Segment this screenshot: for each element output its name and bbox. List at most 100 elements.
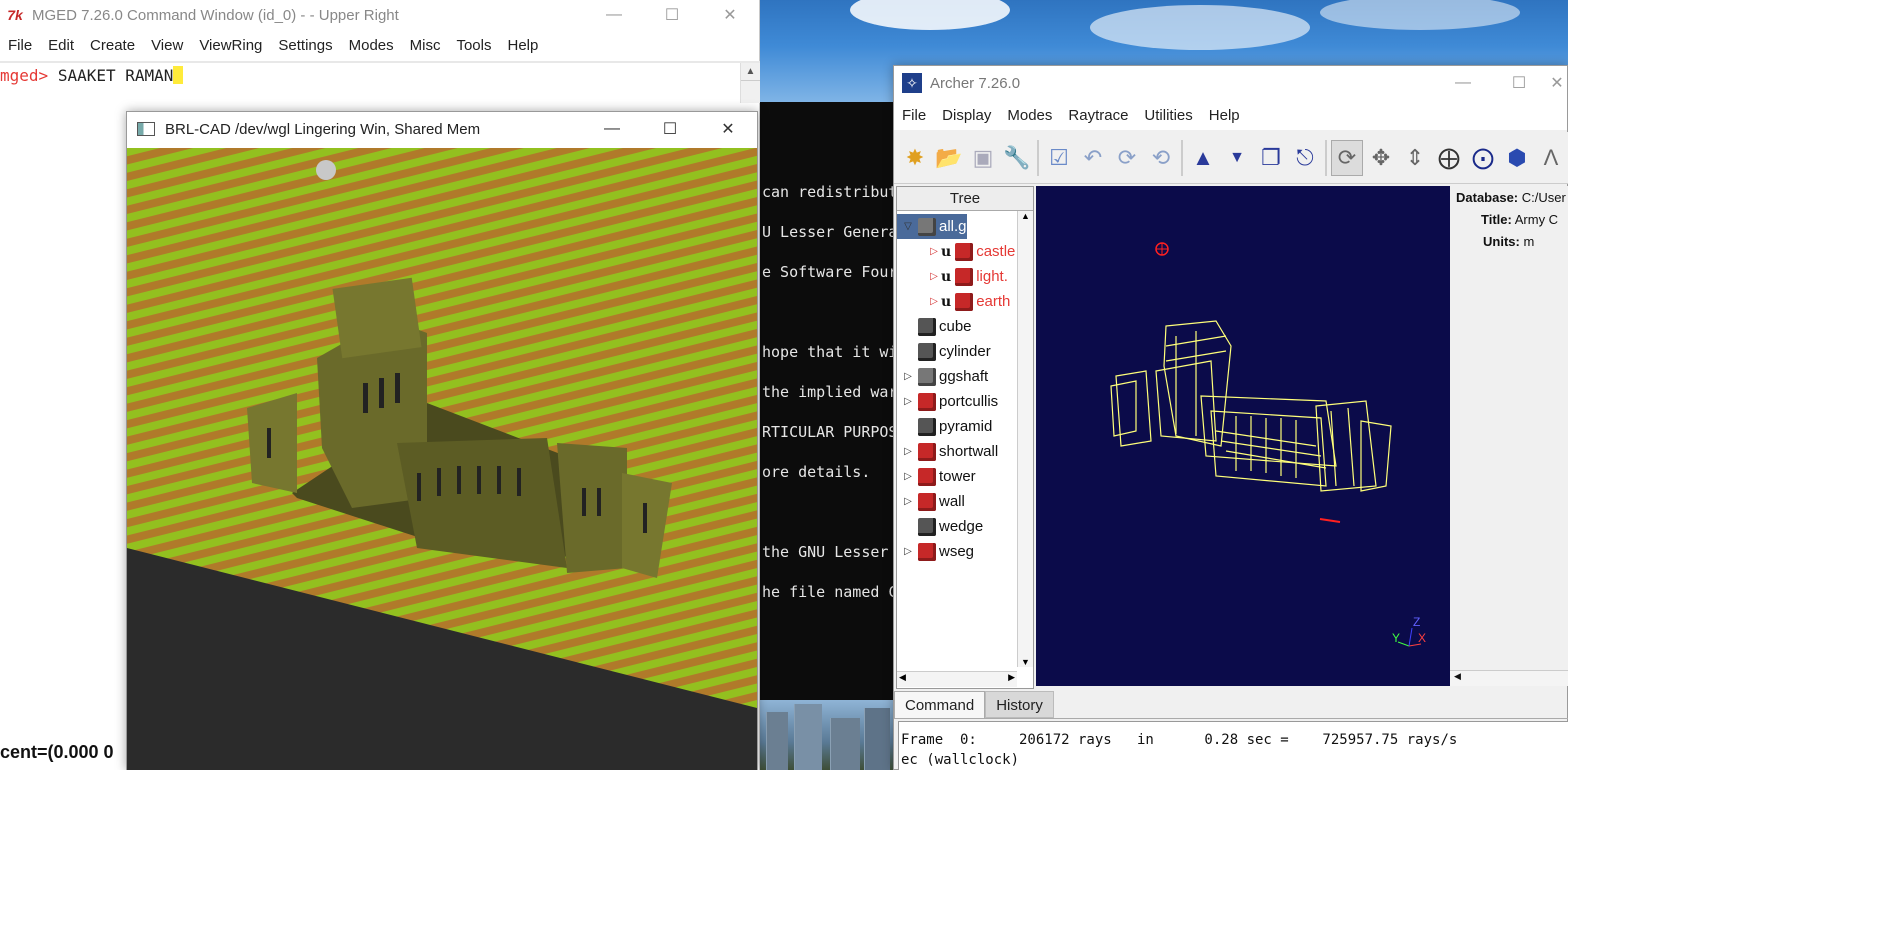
combination-icon xyxy=(918,392,936,411)
cube-view-icon[interactable]: ⬢ xyxy=(1501,140,1533,176)
raytrace-viewport[interactable] xyxy=(127,148,757,770)
menu-create[interactable]: Create xyxy=(82,37,143,54)
archer-menu-display[interactable]: Display xyxy=(934,107,999,124)
tab-history[interactable]: History xyxy=(985,691,1054,718)
mged-titlebar[interactable]: 7k MGED 7.26.0 Command Window (id_0) - -… xyxy=(0,0,759,30)
status-readout: cent=(0.000 0 xyxy=(0,742,114,762)
archer-menu-utilities[interactable]: Utilities xyxy=(1136,107,1200,124)
minimize-button[interactable]: — xyxy=(1435,66,1491,100)
props-horizontal-scrollbar[interactable]: ◀ xyxy=(1450,670,1568,686)
save-database-icon[interactable]: ▣ xyxy=(967,140,999,176)
maximize-button[interactable]: ☐ xyxy=(1491,66,1547,100)
expand-triangle-icon[interactable]: ▷ xyxy=(901,496,915,507)
expand-triangle-icon[interactable]: ▷ xyxy=(927,271,941,282)
combination-icon xyxy=(918,492,936,511)
archer-command-output[interactable]: Frame 0: 206172 rays in 0.28 sec = 72595… xyxy=(898,721,1568,770)
expand-triangle-icon[interactable]: ▷ xyxy=(901,371,915,382)
tree-horizontal-scrollbar[interactable]: ◀ ▶ xyxy=(897,671,1017,687)
maximize-button[interactable]: ☐ xyxy=(641,112,699,146)
menu-viewring[interactable]: ViewRing xyxy=(191,37,270,54)
scroll-up-arrow-icon[interactable]: ▲ xyxy=(741,63,760,81)
expand-triangle-icon[interactable]: ▷ xyxy=(901,396,915,407)
tree-item-label: portcullis xyxy=(939,393,999,410)
undo-icon[interactable]: ↶ xyxy=(1077,140,1109,176)
menu-misc[interactable]: Misc xyxy=(402,37,449,54)
expand-triangle-icon[interactable]: ▷ xyxy=(901,446,915,457)
tree-item[interactable]: ▷ wall xyxy=(897,489,965,514)
group-icon xyxy=(918,367,936,386)
command-line[interactable]: mged> SAAKET RAMAN xyxy=(0,66,184,85)
menu-settings[interactable]: Settings xyxy=(270,37,340,54)
rotate-view-icon[interactable]: ⟳ xyxy=(1331,139,1363,176)
scroll-left-arrow-icon[interactable]: ◀ xyxy=(1454,671,1461,682)
minimize-button[interactable]: — xyxy=(583,112,641,146)
tree-item[interactable]: ▷ u castle xyxy=(897,239,1015,264)
close-button[interactable]: ✕ xyxy=(701,0,759,30)
menu-tools[interactable]: Tools xyxy=(448,37,499,54)
scale-view-icon[interactable]: ⇕ xyxy=(1399,140,1431,176)
tree-item[interactable]: ▷ u earth xyxy=(897,289,1010,314)
menu-help[interactable]: Help xyxy=(500,37,547,54)
tree-item[interactable]: ▽ all.g xyxy=(897,214,967,239)
terminal-line: the GNU Lesser xyxy=(762,543,889,561)
scroll-down-arrow-icon[interactable]: ▼ xyxy=(1018,657,1033,667)
tree-item[interactable]: ▷ tower xyxy=(897,464,976,489)
checkbox-icon[interactable]: ☑ xyxy=(1043,140,1075,176)
close-button[interactable]: ✕ xyxy=(1547,66,1567,100)
menu-edit[interactable]: Edit xyxy=(40,37,82,54)
comb-editor-icon[interactable]: ⎋ xyxy=(1289,140,1321,176)
menu-view[interactable]: View xyxy=(143,37,191,54)
expand-triangle-icon[interactable]: ▷ xyxy=(901,546,915,557)
tree-item-label: pyramid xyxy=(939,418,993,435)
layers-icon[interactable]: ❐ xyxy=(1255,140,1287,176)
measure-tool-icon[interactable]: Λ xyxy=(1535,140,1567,176)
expand-triangle-icon[interactable]: ▷ xyxy=(901,471,915,482)
archer-menu-raytrace[interactable]: Raytrace xyxy=(1060,107,1136,124)
command-scrollbar[interactable]: ▲ xyxy=(740,63,760,103)
scroll-left-arrow-icon[interactable]: ◀ xyxy=(899,672,906,683)
open-database-icon[interactable]: 📂 xyxy=(933,140,965,176)
tree-item[interactable]: ▷ wseg xyxy=(897,539,974,564)
scroll-right-arrow-icon[interactable]: ▶ xyxy=(1008,672,1015,683)
mged-menubar: File Edit Create View ViewRing Settings … xyxy=(0,30,759,60)
tree-item[interactable]: ▷ portcullis xyxy=(897,389,998,414)
tab-command[interactable]: Command xyxy=(894,691,986,718)
tree-item[interactable]: ▷ shortwall xyxy=(897,439,998,464)
tree-item[interactable]: wedge xyxy=(897,514,983,539)
archer-menu-help[interactable]: Help xyxy=(1201,107,1248,124)
tree-vertical-scrollbar[interactable]: ▲ ▼ xyxy=(1017,211,1033,667)
expand-triangle-icon[interactable]: ▷ xyxy=(927,296,941,307)
tree-item[interactable]: ▷ ggshaft xyxy=(897,364,988,389)
close-button[interactable]: ✕ xyxy=(699,112,757,146)
tree-item[interactable]: pyramid xyxy=(897,414,992,439)
union-op-label: u xyxy=(941,268,952,285)
tree-item[interactable]: ▷ u light. xyxy=(897,264,1008,289)
component-pick-icon[interactable]: ⨀ xyxy=(1467,140,1499,176)
dropdown-arrow-icon[interactable]: ▼ xyxy=(1221,140,1253,176)
wizard-hat-icon[interactable]: ▲ xyxy=(1187,140,1219,176)
revert-icon[interactable]: ⟲ xyxy=(1145,140,1177,176)
tree-item[interactable]: cube xyxy=(897,314,972,339)
archer-wireframe-viewport[interactable]: X Y Z xyxy=(1036,186,1450,686)
terminal-window[interactable]: can redistribut U Lesser Genera e Softwa… xyxy=(760,102,900,700)
minimize-button[interactable]: — xyxy=(585,0,643,30)
wgl-titlebar[interactable]: BRL-CAD /dev/wgl Lingering Win, Shared M… xyxy=(127,112,757,146)
scroll-up-arrow-icon[interactable]: ▲ xyxy=(1018,211,1033,221)
collapse-triangle-icon[interactable]: ▽ xyxy=(901,221,915,232)
archer-menu-modes[interactable]: Modes xyxy=(999,107,1060,124)
center-view-icon[interactable]: ⨁ xyxy=(1433,140,1465,176)
archer-titlebar[interactable]: ✧ Archer 7.26.0 — ☐ ✕ xyxy=(894,66,1567,100)
menu-file[interactable]: File xyxy=(0,37,40,54)
expand-triangle-icon[interactable]: ▷ xyxy=(927,246,941,257)
tree-item[interactable]: cylinder xyxy=(897,339,991,364)
archer-menu-file[interactable]: File xyxy=(894,107,934,124)
preferences-wrench-icon[interactable]: 🔧 xyxy=(1001,140,1033,176)
desktop-city-image xyxy=(760,700,894,770)
combination-icon xyxy=(955,292,974,311)
menu-modes[interactable]: Modes xyxy=(341,37,402,54)
translate-view-icon[interactable]: ✥ xyxy=(1365,140,1397,176)
new-database-icon[interactable]: ✸ xyxy=(899,140,931,176)
cloud xyxy=(850,0,1010,30)
redo-icon[interactable]: ⟳ xyxy=(1111,140,1143,176)
maximize-button[interactable]: ☐ xyxy=(643,0,701,30)
